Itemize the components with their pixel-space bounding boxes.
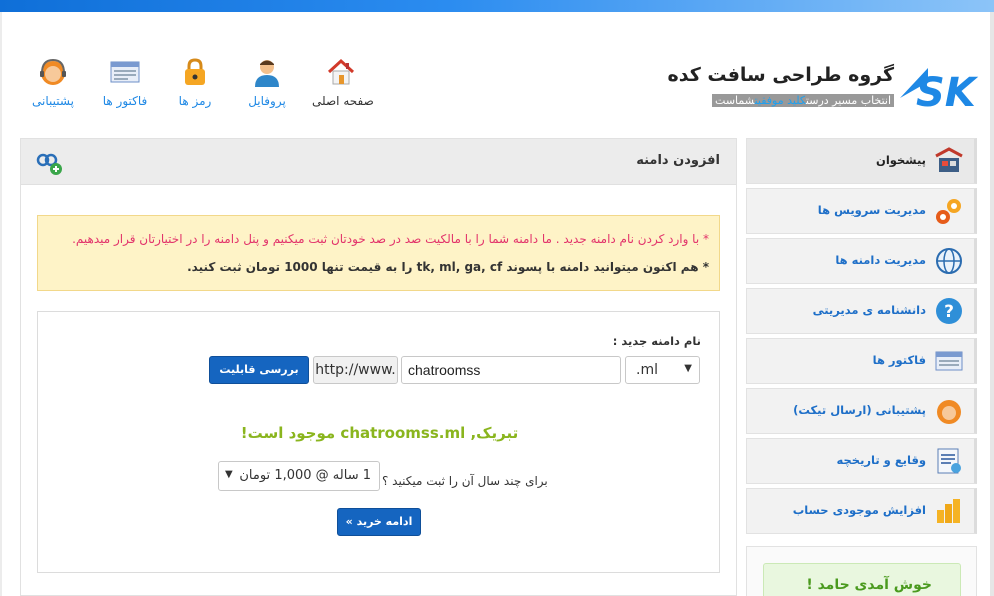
sk-logo-icon: SK <box>900 68 979 112</box>
left-edge <box>0 12 2 596</box>
domain-name-input[interactable] <box>401 356 621 384</box>
sidebar-item-support[interactable]: پشتیبانی (ارسال تیکت) <box>746 388 977 434</box>
topnav-support-label: پشتیبانی <box>32 94 74 108</box>
alert-line-2: * هم اکنون میتوانید دامنه با پسوند tk, m… <box>187 260 709 274</box>
alert-line-1: * با وارد کردن نام دامنه جدید . ما دامنه… <box>72 232 709 246</box>
coins-icon <box>937 499 960 523</box>
invoice-icon <box>110 61 140 83</box>
continue-purchase-button[interactable]: ادامه خرید » <box>337 508 421 536</box>
availability-message: تبریک, chatroomss.ml موجود است! <box>240 424 519 442</box>
sidebar-item-services[interactable]: مدیریت سرویس ها <box>746 188 977 234</box>
log-icon <box>937 448 961 474</box>
support-icon <box>40 58 66 85</box>
sidebar-item-label: وقایع و تاریخچه <box>836 453 926 467</box>
chevron-down-icon: ▼ <box>225 469 233 480</box>
right-scroll-edge <box>990 12 994 596</box>
add-link-icon <box>36 153 62 175</box>
tagline-highlight: کلید موفقیت <box>754 94 806 107</box>
sidebar-item-label: پشتیبانی (ارسال تیکت) <box>793 403 926 417</box>
welcome-box: خوش آمدی حامد ! <box>746 546 977 596</box>
gears-icon <box>936 199 961 224</box>
sidebar-item-label: پیشخوان <box>876 153 926 167</box>
support-icon <box>937 400 961 424</box>
domain-form: نام دامنه جدید : .ml ▼ http://www. بررسی… <box>37 311 720 573</box>
sidebar-item-label: مدیریت دامنه ها <box>835 253 926 267</box>
topnav-home[interactable]: صفحه اصلی <box>312 56 374 108</box>
svg-text:?: ? <box>944 302 954 322</box>
topnav-invoices[interactable]: فاکتور ها <box>100 56 150 108</box>
years-select[interactable]: 1 ساله @ 1,000 تومان ▼ <box>218 461 380 491</box>
sidebar-item-label: افزایش موجودی حساب <box>792 503 926 517</box>
user-icon <box>255 60 279 87</box>
sidebar-item-dashboard[interactable]: پیشخوان <box>746 138 977 184</box>
topnav-profile[interactable]: پروفایل <box>244 56 290 108</box>
tld-value: .ml <box>636 362 658 378</box>
sidebar-item-add-funds[interactable]: افزایش موجودی حساب <box>746 488 977 534</box>
topnav-support[interactable]: پشتیبانی <box>26 56 80 108</box>
url-prefix: http://www. <box>313 356 398 384</box>
info-alert: * با وارد کردن نام دامنه جدید . ما دامنه… <box>37 215 720 291</box>
topnav-passwords[interactable]: رمز ها <box>176 56 214 108</box>
sidebar-item-label: دانشنامه ی مدیریتی <box>812 303 926 317</box>
brand-title: گروه طراحی سافت کده <box>667 64 895 86</box>
topnav-invoices-label: فاکتور ها <box>102 94 148 108</box>
sidebar-item-label: مدیریت سرویس ها <box>817 203 926 217</box>
help-icon: ? <box>936 298 962 324</box>
topnav-passwords-label: رمز ها <box>178 94 212 108</box>
add-domain-panel: افزودن دامنه * با وارد کردن نام دامنه جد… <box>20 138 737 596</box>
home-icon <box>327 58 355 85</box>
check-availability-button[interactable]: بررسی قابلیت ثبت <box>209 356 309 402</box>
logo-letters: SK <box>916 70 979 112</box>
panel-header: افزودن دامنه <box>21 139 736 185</box>
tld-select[interactable]: .ml ▼ <box>625 356 700 384</box>
dashboard-icon <box>935 147 963 172</box>
chevron-down-icon: ▼ <box>684 363 692 374</box>
sidebar-item-knowledgebase[interactable]: ? دانشنامه ی مدیریتی <box>746 288 977 334</box>
invoice-icon <box>935 351 963 371</box>
site-logo[interactable]: گروه طراحی سافت کده انتخاب مسیر درستکلید… <box>668 56 980 114</box>
sidebar-item-invoices[interactable]: فاکتور ها <box>746 338 977 384</box>
page-title: افزودن دامنه <box>636 153 720 168</box>
sidebar-item-logs[interactable]: وقایع و تاریخچه <box>746 438 977 484</box>
tagline-suffix: شماست <box>715 94 755 107</box>
tagline-prefix: انتخاب مسیر درست <box>805 94 891 107</box>
welcome-text: خوش آمدی حامد ! <box>806 577 932 593</box>
years-value: 1 ساله @ 1,000 تومان <box>239 468 371 483</box>
globe-icon <box>936 248 962 274</box>
sidebar-item-domains[interactable]: مدیریت دامنه ها <box>746 238 977 284</box>
sidebar-item-label: فاکتور ها <box>872 353 926 367</box>
topnav-home-label: صفحه اصلی <box>312 94 374 108</box>
top-accent-bar <box>0 0 994 12</box>
brand-tagline: انتخاب مسیر درستکلید موفقیتشماست <box>712 94 894 107</box>
topnav-profile-label: پروفایل <box>248 94 286 108</box>
new-domain-label: نام دامنه جدید : <box>612 334 701 348</box>
lock-icon <box>185 58 205 85</box>
years-label: برای چند سال آن را ثبت میکنید ؟ <box>382 474 548 488</box>
